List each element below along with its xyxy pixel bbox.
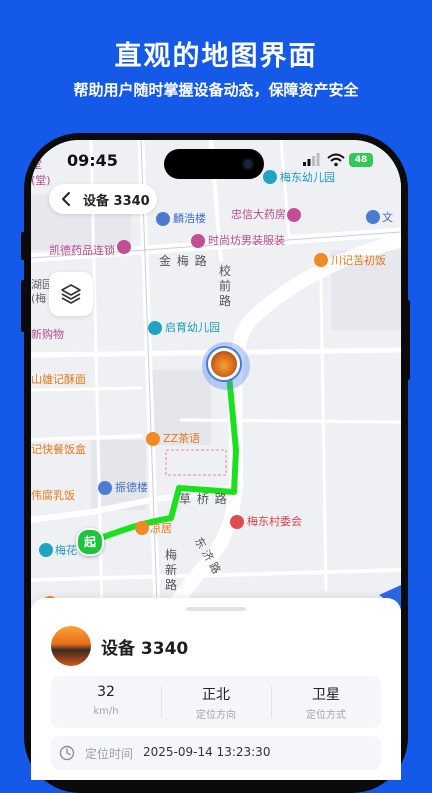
shop-icon xyxy=(191,234,205,248)
poi-label: 文 xyxy=(382,211,393,224)
device-header: 设备 3340 xyxy=(49,184,157,214)
clock-icon xyxy=(59,745,75,761)
building-icon xyxy=(366,210,380,224)
poi-label: 忠信大药房 xyxy=(231,208,286,221)
device-stats: 32 km/h 正北 定位方向 卫星 定位方式 xyxy=(51,676,381,728)
method-label: 定位方式 xyxy=(306,710,346,721)
building-icon xyxy=(98,481,112,495)
status-time: 09:45 xyxy=(67,151,118,170)
camera-icon xyxy=(242,158,254,170)
stat-direction: 正北 定位方向 xyxy=(161,676,271,728)
road-label: 梅新路 xyxy=(165,548,178,592)
signal-icon xyxy=(303,153,320,166)
tea-shop-icon xyxy=(146,432,160,446)
location-time-row: 定位时间 2025-09-14 13:23:30 xyxy=(51,736,381,770)
status-bar: 09:45 48 xyxy=(31,140,401,180)
page-title: 设备 3340 xyxy=(83,194,150,209)
poi-label: 梅花 xyxy=(55,544,77,557)
speed-label: km/h xyxy=(93,706,119,717)
poi-label: 梅东村委会 xyxy=(247,515,302,528)
road-label: 校前路 xyxy=(219,264,232,308)
device-avatar xyxy=(51,626,91,666)
direction-label: 定位方向 xyxy=(196,710,236,721)
shop-icon xyxy=(117,240,131,254)
phone-screen: 梅东幼儿园 麟浩楼 忠信大药房 文 凯德药品连锁 时尚坊男装服装 川记苦初饭 启… xyxy=(31,140,401,780)
building-icon xyxy=(156,212,170,226)
poi-label: 麟浩楼 xyxy=(173,212,206,225)
device-info-sheet: 设备 3340 32 km/h 正北 定位方向 卫星 定位方式 定位时间 202… xyxy=(31,598,401,780)
poi-label: 记快餐饭盒 xyxy=(31,443,86,456)
phone-side-button xyxy=(406,300,410,380)
start-marker[interactable]: 起 xyxy=(76,528,104,556)
layers-icon xyxy=(61,284,81,304)
poi-label: 新购物 xyxy=(31,328,64,341)
battery-icon: 48 xyxy=(349,153,373,167)
poi-label: ZZ茶语 xyxy=(163,432,201,445)
poi-label: 伟腐乳饭 xyxy=(31,489,75,502)
poi-label: 凉居 xyxy=(150,522,172,535)
phone-side-button xyxy=(21,280,25,332)
status-icons: 48 xyxy=(303,152,373,168)
method-value: 卫星 xyxy=(312,687,340,703)
drag-handle[interactable] xyxy=(186,607,246,611)
stat-speed: 32 km/h xyxy=(51,676,161,728)
road-label: 草 桥 路 xyxy=(179,492,228,506)
map-layers-button[interactable] xyxy=(49,272,93,316)
poi-label: 山雄记酥面 xyxy=(31,373,86,386)
location-time-label: 定位时间 xyxy=(85,747,134,761)
poi-label: (梅 xyxy=(31,292,47,305)
promo-title: 直观的地图界面 xyxy=(114,41,318,72)
poi-label: 凯德药品连锁 xyxy=(49,244,115,257)
poi-label: 启育幼儿园 xyxy=(165,321,220,334)
poi-label: 振德楼 xyxy=(115,481,148,494)
poi-label: 川记苦初饭 xyxy=(331,254,386,267)
wifi-icon xyxy=(327,153,345,167)
promo-subtitle: 帮助用户随时掌握设备动态，保障资产安全 xyxy=(73,81,359,99)
back-icon[interactable] xyxy=(59,191,75,207)
device-marker[interactable] xyxy=(208,348,240,380)
shop-icon xyxy=(287,208,301,222)
location-time-value: 2025-09-14 13:23:30 xyxy=(143,745,271,759)
restaurant-icon xyxy=(135,521,149,535)
phone-side-button xyxy=(21,232,25,260)
dynamic-island xyxy=(164,149,264,179)
device-name: 设备 3340 xyxy=(101,639,189,659)
speed-value: 32 xyxy=(97,684,115,700)
direction-value: 正北 xyxy=(202,687,230,703)
road-label: 金 梅 路 xyxy=(159,254,208,268)
government-icon xyxy=(230,515,244,529)
park-icon xyxy=(39,543,53,557)
restaurant-icon xyxy=(314,253,328,267)
stat-method: 卫星 定位方式 xyxy=(271,676,381,728)
school-icon xyxy=(148,321,162,335)
poi-label: 时尚坊男装服装 xyxy=(208,234,285,247)
